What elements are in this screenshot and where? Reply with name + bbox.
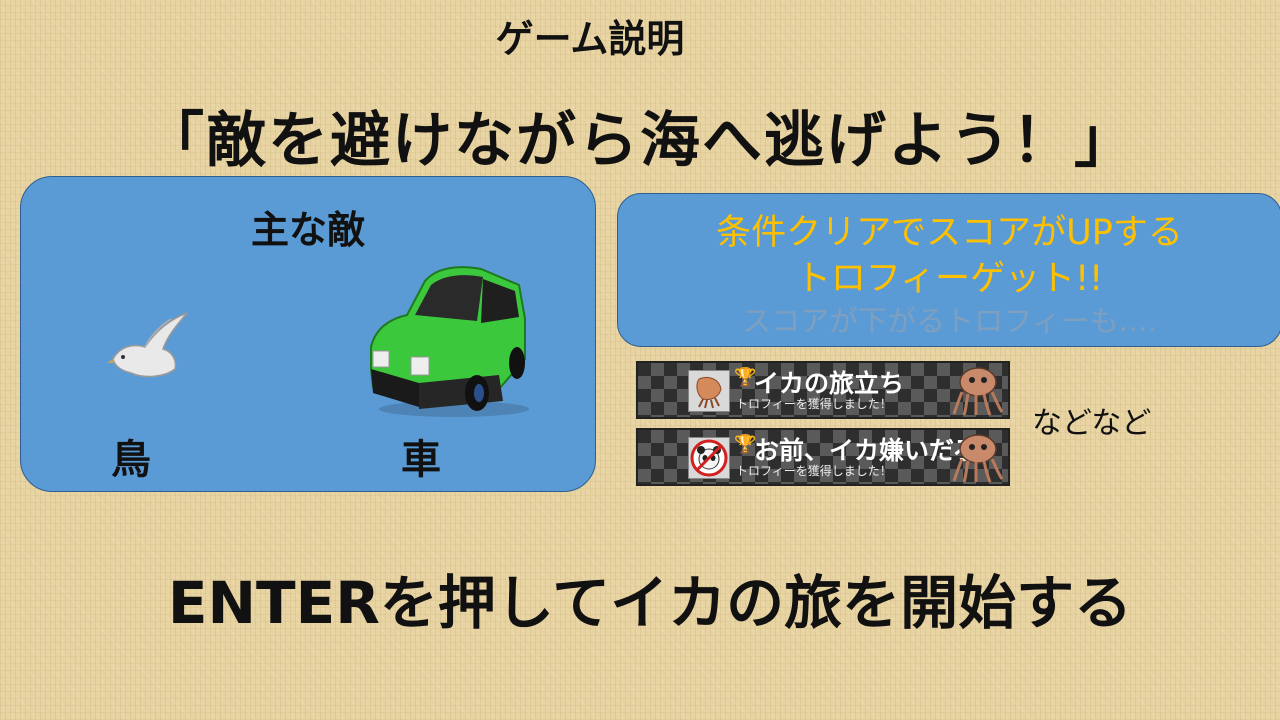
bird-icon [107,312,188,378]
page-headline: 「敵を避けながら海へ逃げよう！」 [144,106,1136,176]
trophy-subtitle: トロフィーを獲得しました！ [736,464,892,478]
page-subtitle: ゲーム説明 [495,16,685,61]
squid-badge-icon [688,370,730,412]
trophy-info-panel: 条件クリアでスコアがUPする トロフィーゲット!! スコアが下がるトロフィーも…… [617,193,1280,347]
start-prompt[interactable]: ENTERを押してイカの旅を開始する [0,556,1280,640]
enemies-title: 主な敵 [250,208,365,252]
panda-icon [688,437,730,479]
trophy-subtitle: トロフィーを獲得しました！ [736,397,892,411]
car-icon [370,266,529,417]
squid-icon [952,367,1004,416]
car-label: 車 [401,437,441,483]
etc-label: などなど [1032,406,1152,441]
squid-icon [952,434,1004,483]
trophy-banner: 🏆 イカの旅立ち トロフィーを獲得しました！ [636,361,1010,419]
trophy-info-line1: 条件クリアでスコアがUPする [716,213,1183,253]
bird-label: 鳥 [111,437,151,483]
enemies-panel: 主な敵 鳥 車 [20,176,596,492]
trophy-info-line2: トロフィーゲット!! [795,259,1104,299]
trophy-banner: 🏆 お前、イカ嫌いだろ トロフィーを獲得しました！ [636,428,1010,486]
trophy-info-line3: スコアが下がるトロフィーも…. [742,304,1157,338]
